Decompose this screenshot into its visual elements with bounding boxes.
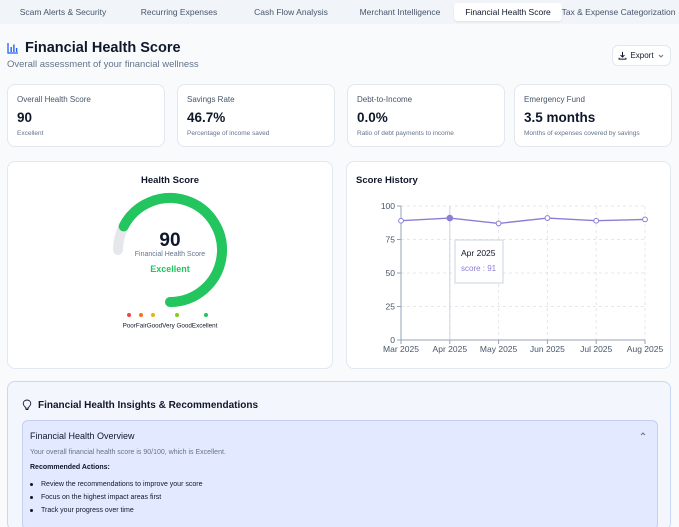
stat-card-debt-to-income: Debt-to-Income 0.0% Ratio of debt paymen… xyxy=(347,84,505,147)
stat-caption: Percentage of income saved xyxy=(187,130,270,137)
action-list: Review the recommendations to improve yo… xyxy=(30,478,202,517)
page-title: Financial Health Score xyxy=(25,40,181,56)
insights-panel: Financial Health Insights & Recommendati… xyxy=(7,381,671,527)
x-tick-label: Apr 2025 xyxy=(433,344,468,354)
overview-text: Your overall financial health score is 9… xyxy=(30,449,226,456)
legend-dot xyxy=(151,313,155,317)
y-tick-label: 75 xyxy=(386,235,396,245)
gauge-title: Health Score xyxy=(140,175,200,186)
y-tick-label: 25 xyxy=(386,302,396,312)
stat-label: Emergency Fund xyxy=(524,95,585,104)
bar-chart-icon xyxy=(7,43,18,54)
data-point[interactable] xyxy=(544,215,551,221)
list-item: Review the recommendations to improve yo… xyxy=(30,478,202,491)
page-header: Financial Health Score xyxy=(7,40,181,56)
bullet-icon xyxy=(30,496,33,499)
tooltip-box xyxy=(454,239,504,284)
download-icon xyxy=(619,51,627,60)
stat-card-emergency-fund: Emergency Fund 3.5 months Months of expe… xyxy=(514,84,672,147)
tooltip-value: score : 91 xyxy=(461,264,497,273)
overview-title: Financial Health Overview xyxy=(30,431,135,441)
gauge-caption: Financial Health Score xyxy=(135,251,206,258)
stat-value: 90 xyxy=(17,110,33,125)
export-label: Export xyxy=(630,51,654,60)
overview-accordion[interactable]: Financial Health Overview Your overall f… xyxy=(22,420,658,527)
bullet-icon xyxy=(30,483,33,486)
stat-value: 3.5 months xyxy=(524,110,596,125)
gauge-rating: Excellent xyxy=(150,264,190,274)
stat-card-savings-rate: Savings Rate 46.7% Percentage of income … xyxy=(177,84,335,147)
chevron-up-icon[interactable] xyxy=(639,430,647,438)
stat-label: Overall Health Score xyxy=(17,95,91,104)
tab-tax-categorization[interactable]: Tax & Expense Categorization xyxy=(562,3,676,21)
stat-label: Savings Rate xyxy=(187,95,235,104)
tab-merchant-intelligence[interactable]: Merchant Intelligence xyxy=(346,3,454,21)
data-point[interactable] xyxy=(398,217,404,224)
list-item: Focus on the highest impact areas first xyxy=(30,491,202,504)
stat-caption: Ratio of debt payments to income xyxy=(357,130,454,137)
chart-tooltip: Apr 2025 score : 91 xyxy=(454,239,504,284)
score-history-chart: 0255075100Mar 2025 Apr 2025 May 2025 Jun 20… xyxy=(381,201,664,354)
tab-financial-health[interactable]: Financial Health Score xyxy=(454,3,562,21)
stat-value: 0.0% xyxy=(357,110,388,125)
bullet-icon xyxy=(30,509,33,512)
y-tick-label: 100 xyxy=(381,201,395,211)
tab-bar: Scam Alerts & Security Recurring Expense… xyxy=(0,0,679,24)
action-text: Focus on the highest impact areas first xyxy=(41,494,162,501)
page-subtitle: Overall assessment of your financial wel… xyxy=(7,59,199,70)
tab-cash-flow[interactable]: Cash Flow Analysis xyxy=(236,3,346,21)
list-item: Track your progress over time xyxy=(30,504,202,517)
gauge-score: 90 xyxy=(159,230,180,251)
x-tick-label: Jul 2025 xyxy=(580,344,612,354)
data-point[interactable] xyxy=(446,214,454,222)
x-tick-label: May 2025 xyxy=(480,344,518,354)
data-point[interactable] xyxy=(642,216,648,223)
x-tick-label: Mar 2025 xyxy=(383,344,419,354)
export-button[interactable]: Export xyxy=(612,45,671,66)
series-line-score xyxy=(400,217,646,225)
action-text: Review the recommendations to improve yo… xyxy=(41,481,203,488)
health-score-card: Health Score 90 Financial Health Score E… xyxy=(7,161,333,369)
legend-dot xyxy=(139,313,143,317)
score-history-card: Score History 0 25 50 75 100 Mar 2025 Apr 2025… xyxy=(346,161,671,369)
tooltip-label: Apr 2025 xyxy=(461,248,496,258)
data-point[interactable] xyxy=(593,217,600,224)
recommended-heading: Recommended Actions: xyxy=(30,464,110,471)
insights-title: Financial Health Insights & Recommendati… xyxy=(38,399,259,411)
stat-card-overall-health: Overall Health Score 90 Excellent xyxy=(7,84,165,147)
stat-value: 46.7% xyxy=(187,110,226,125)
x-tick-label: Aug 2025 xyxy=(627,344,664,354)
stat-caption: Excellent xyxy=(17,130,44,137)
insights-header: Financial Health Insights & Recommendati… xyxy=(22,399,258,411)
legend-dot xyxy=(127,313,131,317)
tab-recurring-expenses[interactable]: Recurring Expenses xyxy=(122,3,236,21)
x-tick-label: Jun 2025 xyxy=(530,344,565,354)
action-text: Track your progress over time xyxy=(41,507,134,514)
stat-caption: Months of expenses covered by savings xyxy=(524,130,640,137)
stat-label: Debt-to-Income xyxy=(357,95,413,104)
health-score-gauge: 90 Financial Health Score Excellent Poor… xyxy=(113,193,227,330)
chevron-down-icon xyxy=(658,54,663,58)
tab-scam-alerts[interactable]: Scam Alerts & Security xyxy=(4,3,122,21)
y-tick-label: 50 xyxy=(386,268,396,278)
lightbulb-icon xyxy=(22,399,32,410)
data-point[interactable] xyxy=(495,220,502,227)
legend-dot xyxy=(175,313,179,317)
legend-dot xyxy=(204,313,208,317)
gauge-legend: PoorFairGoodVery GoodExcellent xyxy=(123,323,218,330)
